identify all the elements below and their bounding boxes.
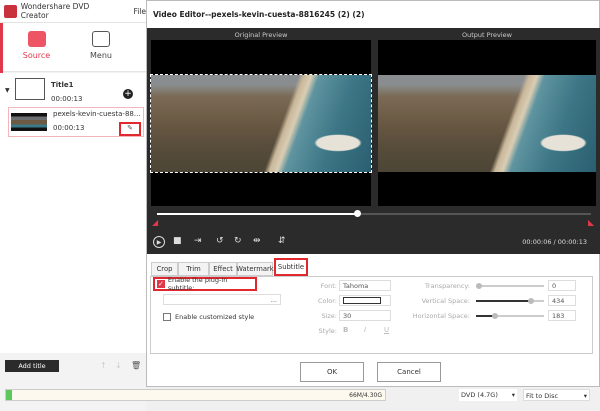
clip-item[interactable]: pexels-kevin-cuesta-88... 00:00:13 ✎: [8, 107, 144, 137]
trim-start-marker-icon[interactable]: ◢: [152, 218, 158, 227]
original-preview: [150, 40, 372, 206]
app-titlebar: Wondershare DVD Creator File: [0, 0, 146, 22]
transparency-input[interactable]: 0: [548, 280, 576, 291]
capacity-bar: 66M/4.30G: [5, 389, 386, 401]
seek-bar[interactable]: [157, 210, 591, 217]
clip-thumbnail: [11, 113, 47, 131]
ok-button[interactable]: OK: [300, 362, 364, 382]
app-logo-icon: [4, 4, 17, 18]
play-button[interactable]: ▶: [153, 236, 165, 248]
disc-type-value: DVD (4.7G): [461, 391, 498, 399]
capacity-text: 66M/4.30G: [349, 392, 382, 399]
capacity-fill: [6, 390, 12, 400]
fit-select[interactable]: Fit to Disc ▾: [523, 389, 590, 401]
app-window: Wondershare DVD Creator File Source Menu…: [0, 0, 146, 411]
move-up-icon[interactable]: ↑: [100, 361, 107, 370]
dropdown-arrow-icon: ▾: [583, 392, 587, 400]
step-source[interactable]: Source: [0, 23, 70, 73]
tab-subtitle[interactable]: Subtitle: [274, 258, 308, 276]
trim-end-marker-icon[interactable]: ◣: [588, 218, 594, 227]
style-label: Style:: [318, 327, 337, 335]
app-title: Wondershare DVD Creator: [20, 2, 90, 20]
vspace-input[interactable]: 434: [548, 295, 576, 306]
italic-button[interactable]: I: [364, 326, 366, 334]
vspace-value: 434: [552, 297, 565, 305]
add-clip-button[interactable]: +: [123, 89, 133, 99]
font-value: Tahoma: [343, 282, 369, 290]
transparency-label: Transparency:: [424, 282, 470, 290]
clip-duration: 00:00:13: [53, 124, 85, 132]
seek-handle[interactable]: [353, 210, 361, 217]
underline-button[interactable]: U: [384, 326, 389, 334]
checkbox-checked-icon: ✓: [157, 280, 165, 288]
browse-button[interactable]: ...: [271, 295, 280, 305]
menu-file[interactable]: File: [133, 7, 146, 16]
source-icon: [27, 31, 46, 47]
color-swatch: [343, 297, 381, 304]
dropdown-arrow-icon: ▾: [511, 391, 515, 399]
step-menu[interactable]: Menu: [66, 23, 136, 73]
fit-value: Fit to Disc: [526, 392, 559, 400]
tab-crop[interactable]: Crop: [151, 262, 178, 276]
vspace-slider[interactable]: [476, 298, 544, 304]
enable-plugin-checkbox[interactable]: ✓ Enable the plug-in subtitle:: [153, 276, 257, 292]
flip-vertical-button[interactable]: ⇵: [278, 236, 286, 246]
tab-effect[interactable]: Effect: [209, 262, 237, 276]
dialog-title: Video Editor--pexels-kevin-cuesta-881624…: [153, 10, 365, 19]
font-select[interactable]: Tahoma: [339, 280, 391, 291]
title-list: ▼ Title1 00:00:13 + pexels-kevin-cuesta-…: [0, 73, 146, 353]
add-title-button[interactable]: Add title: [5, 360, 59, 372]
output-video: [378, 75, 596, 172]
output-preview-label: Output Preview: [462, 31, 512, 39]
enable-custom-checkbox[interactable]: Enable customized style: [163, 313, 254, 321]
trash-icon[interactable]: 🗑: [131, 361, 141, 370]
clip-name: pexels-kevin-cuesta-88...: [53, 110, 141, 118]
subtitle-file-input[interactable]: ...: [163, 294, 281, 305]
stop-button[interactable]: ■: [173, 236, 182, 246]
transparency-value: 0: [552, 282, 557, 290]
checkbox-unchecked-icon: [163, 313, 171, 321]
seek-progress: [157, 213, 357, 215]
cancel-button[interactable]: Cancel: [377, 362, 441, 382]
enable-custom-label: Enable customized style: [175, 313, 255, 321]
transparency-slider[interactable]: [476, 283, 544, 289]
edit-clip-button[interactable]: ✎: [119, 122, 141, 136]
fit-frame-button[interactable]: ⇥: [194, 236, 202, 246]
disc-type-select[interactable]: DVD (4.7G) ▾: [459, 389, 517, 401]
hspace-label: Horizontal Space:: [412, 312, 470, 320]
tab-watermark[interactable]: Watermark: [236, 262, 274, 276]
crop-region[interactable]: [150, 74, 372, 173]
move-down-icon[interactable]: ↓: [115, 361, 122, 370]
title-name: Title1: [51, 81, 74, 89]
tab-trim[interactable]: Trim: [178, 262, 209, 276]
step-label: Menu: [90, 51, 112, 60]
output-preview: [378, 40, 596, 206]
original-preview-label: Original Preview: [234, 31, 288, 39]
color-label: Color:: [317, 297, 337, 305]
flip-horizontal-button[interactable]: ⇹: [253, 236, 261, 246]
time-display: 00:00:06 / 00:00:13: [522, 238, 587, 246]
preview-area: Original Preview Output Preview ◢ ◣ ▶ ■ …: [147, 28, 600, 254]
menu-icon: [92, 31, 110, 47]
title-thumbnail-icon: [15, 78, 45, 100]
collapse-arrow-icon[interactable]: ▼: [5, 87, 10, 94]
step-bar: Source Menu: [0, 22, 146, 73]
hspace-slider[interactable]: [476, 313, 544, 319]
font-label: Font:: [320, 282, 337, 290]
size-select[interactable]: 30: [339, 310, 391, 321]
title-duration: 00:00:13: [51, 95, 83, 103]
rotate-right-button[interactable]: ↻: [234, 236, 242, 246]
color-picker[interactable]: [339, 295, 391, 306]
step-label: Source: [22, 51, 51, 60]
hspace-input[interactable]: 183: [548, 310, 576, 321]
size-value: 30: [343, 312, 352, 320]
size-label: Size:: [321, 312, 337, 320]
enable-plugin-label: Enable the plug-in subtitle:: [167, 276, 228, 292]
bold-button[interactable]: B: [343, 326, 348, 334]
rotate-left-button[interactable]: ↺: [216, 236, 224, 246]
vspace-label: Vertical Space:: [421, 297, 470, 305]
hspace-value: 183: [552, 312, 565, 320]
